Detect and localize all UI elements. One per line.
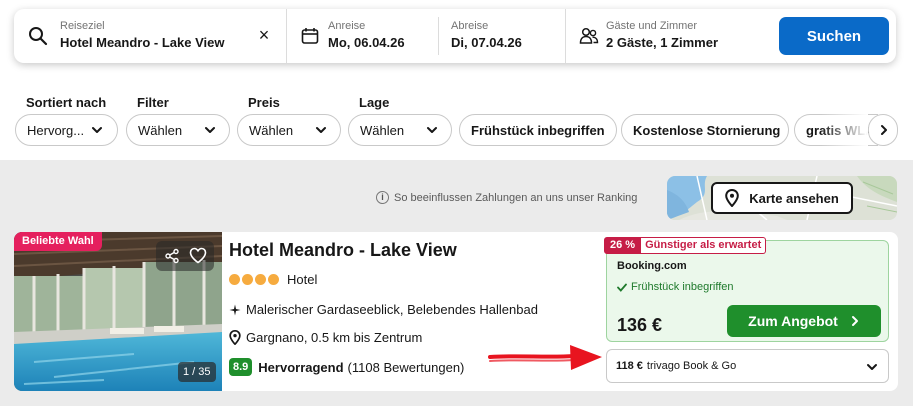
map-button-label: Karte ansehen [749, 190, 839, 206]
popular-badge: Beliebte Wahl [14, 232, 102, 251]
chevron-down-icon [427, 127, 437, 133]
hotel-rating[interactable]: 8.9 Hervorragend (1108 Bewertungen) [229, 358, 464, 376]
clear-destination-icon[interactable]: × [255, 25, 273, 45]
star-icon [242, 274, 253, 285]
highlight-text: Malerischer Gardaseeblick, Belebendes Ha… [246, 302, 538, 317]
search-icon [29, 27, 48, 46]
hotel-name[interactable]: Hotel Meandro - Lake View [229, 240, 457, 261]
filter-chip-label: Kostenlose Stornierung [633, 122, 781, 138]
guests-label: Gäste und Zimmer [606, 20, 698, 32]
guests-icon [579, 27, 599, 44]
star-icon [268, 274, 279, 285]
discount-text: Günstiger als erwartet [641, 237, 767, 254]
star-icon [229, 274, 240, 285]
guests-value[interactable]: 2 Gäste, 1 Zimmer [606, 35, 718, 50]
hotel-type: Hotel [287, 272, 318, 287]
checkin-value[interactable]: Mo, 06.04.26 [328, 35, 405, 50]
price-value: Wählen [249, 122, 294, 138]
deal-benefit-text: Frühstück inbegriffen [631, 281, 734, 293]
sparkle-icon [229, 304, 241, 315]
view-deal-label: Zum Angebot [748, 313, 838, 329]
map-preview[interactable]: Karte ansehen [667, 176, 897, 220]
checkout-field[interactable]: Abreise Di, 07.04.26 [439, 9, 565, 63]
alternative-offer-dropdown[interactable]: 118 € trivago Book & Go [606, 349, 889, 383]
filter-chip-free-cancellation[interactable]: Kostenlose Stornierung [621, 114, 789, 146]
deal-price: 136 € [617, 315, 663, 335]
destination-value[interactable]: Hotel Meandro - Lake View [60, 35, 224, 50]
alt-offer-price: 118 € [616, 360, 643, 372]
heart-icon[interactable] [189, 247, 207, 264]
search-bar: Reiseziel Hotel Meandro - Lake View × An… [14, 9, 896, 63]
chevron-down-icon [205, 127, 215, 133]
info-icon: i [376, 191, 389, 204]
location-pin-icon [229, 330, 241, 345]
checkout-value[interactable]: Di, 07.04.26 [451, 35, 522, 50]
best-deal-box[interactable]: 26 % Günstiger als erwartet Booking.com … [604, 237, 889, 342]
sort-value: Hervorg... [27, 122, 85, 138]
deal-benefit: Frühstück inbegriffen [617, 281, 734, 293]
photo-counter: 1 / 35 [178, 362, 216, 382]
ranking-note: So beeinflussen Zahlungen an uns unser R… [394, 191, 638, 204]
destination-label: Reiseziel [60, 20, 105, 32]
hotel-card[interactable]: Beliebte Wahl 1 / 35 Hotel Meandro - Lak… [14, 232, 898, 391]
rating-count: (1108 Bewertungen) [347, 359, 465, 375]
location-text: Gargnano, 0.5 km bis Zentrum [246, 330, 423, 345]
sort-dropdown[interactable]: Hervorg... [15, 114, 118, 146]
map-view-button[interactable]: Karte ansehen [711, 182, 853, 214]
price-dropdown[interactable]: Wählen [237, 114, 341, 146]
filter-dropdown[interactable]: Wählen [126, 114, 230, 146]
rating-score: 8.9 [229, 358, 253, 376]
sort-label: Sortiert nach [26, 95, 107, 110]
price-label: Preis [248, 95, 280, 110]
alt-offer-provider: trivago Book & Go [646, 360, 737, 372]
checkout-label: Abreise [451, 20, 489, 32]
scroll-right-button[interactable] [868, 114, 898, 146]
chevron-right-icon [851, 316, 858, 326]
checkin-label: Anreise [328, 20, 366, 32]
star-icon [255, 274, 266, 285]
location-label: Lage [359, 95, 390, 110]
filter-value: Wählen [138, 122, 183, 138]
search-button[interactable]: Suchen [779, 17, 889, 55]
deal-provider: Booking.com [617, 260, 687, 272]
annotation-arrow [488, 345, 602, 370]
location-value: Wählen [360, 122, 405, 138]
rating-label: Hervorragend [258, 359, 344, 375]
chevron-down-icon [316, 127, 326, 133]
checkin-field[interactable]: Anreise Mo, 06.04.26 [287, 9, 438, 63]
ranking-info[interactable]: i So beeinflussen Zahlungen an uns unser… [376, 191, 637, 204]
calendar-icon [301, 28, 319, 44]
checkmark-icon [617, 283, 627, 292]
hotel-highlight: Malerischer Gardaseeblick, Belebendes Ha… [229, 302, 538, 317]
hotel-category: Hotel [229, 272, 317, 287]
chevron-down-icon [92, 127, 102, 133]
hotel-stars [229, 274, 279, 285]
chevron-right-icon [881, 125, 887, 135]
hotel-photo[interactable]: Beliebte Wahl 1 / 35 [14, 232, 222, 391]
view-deal-button[interactable]: Zum Angebot [727, 305, 881, 337]
photo-actions [156, 241, 214, 271]
share-icon[interactable] [164, 248, 180, 264]
location-pin-icon [725, 189, 740, 207]
destination-field[interactable]: Reiseziel Hotel Meandro - Lake View × [14, 9, 286, 63]
hotel-location: Gargnano, 0.5 km bis Zentrum [229, 330, 422, 345]
discount-badge: 26 % Günstiger als erwartet [604, 237, 767, 254]
filter-label: Filter [137, 95, 169, 110]
scroll-fade [820, 112, 868, 148]
location-dropdown[interactable]: Wählen [348, 114, 452, 146]
filter-chip-label: Frühstück inbegriffen [471, 122, 605, 138]
results-area: i So beeinflussen Zahlungen an uns unser… [0, 160, 913, 406]
filter-chip-breakfast[interactable]: Frühstück inbegriffen [459, 114, 617, 146]
guests-field[interactable]: Gäste und Zimmer 2 Gäste, 1 Zimmer [566, 9, 776, 63]
discount-percent: 26 % [604, 237, 642, 254]
chevron-down-icon [867, 364, 877, 370]
